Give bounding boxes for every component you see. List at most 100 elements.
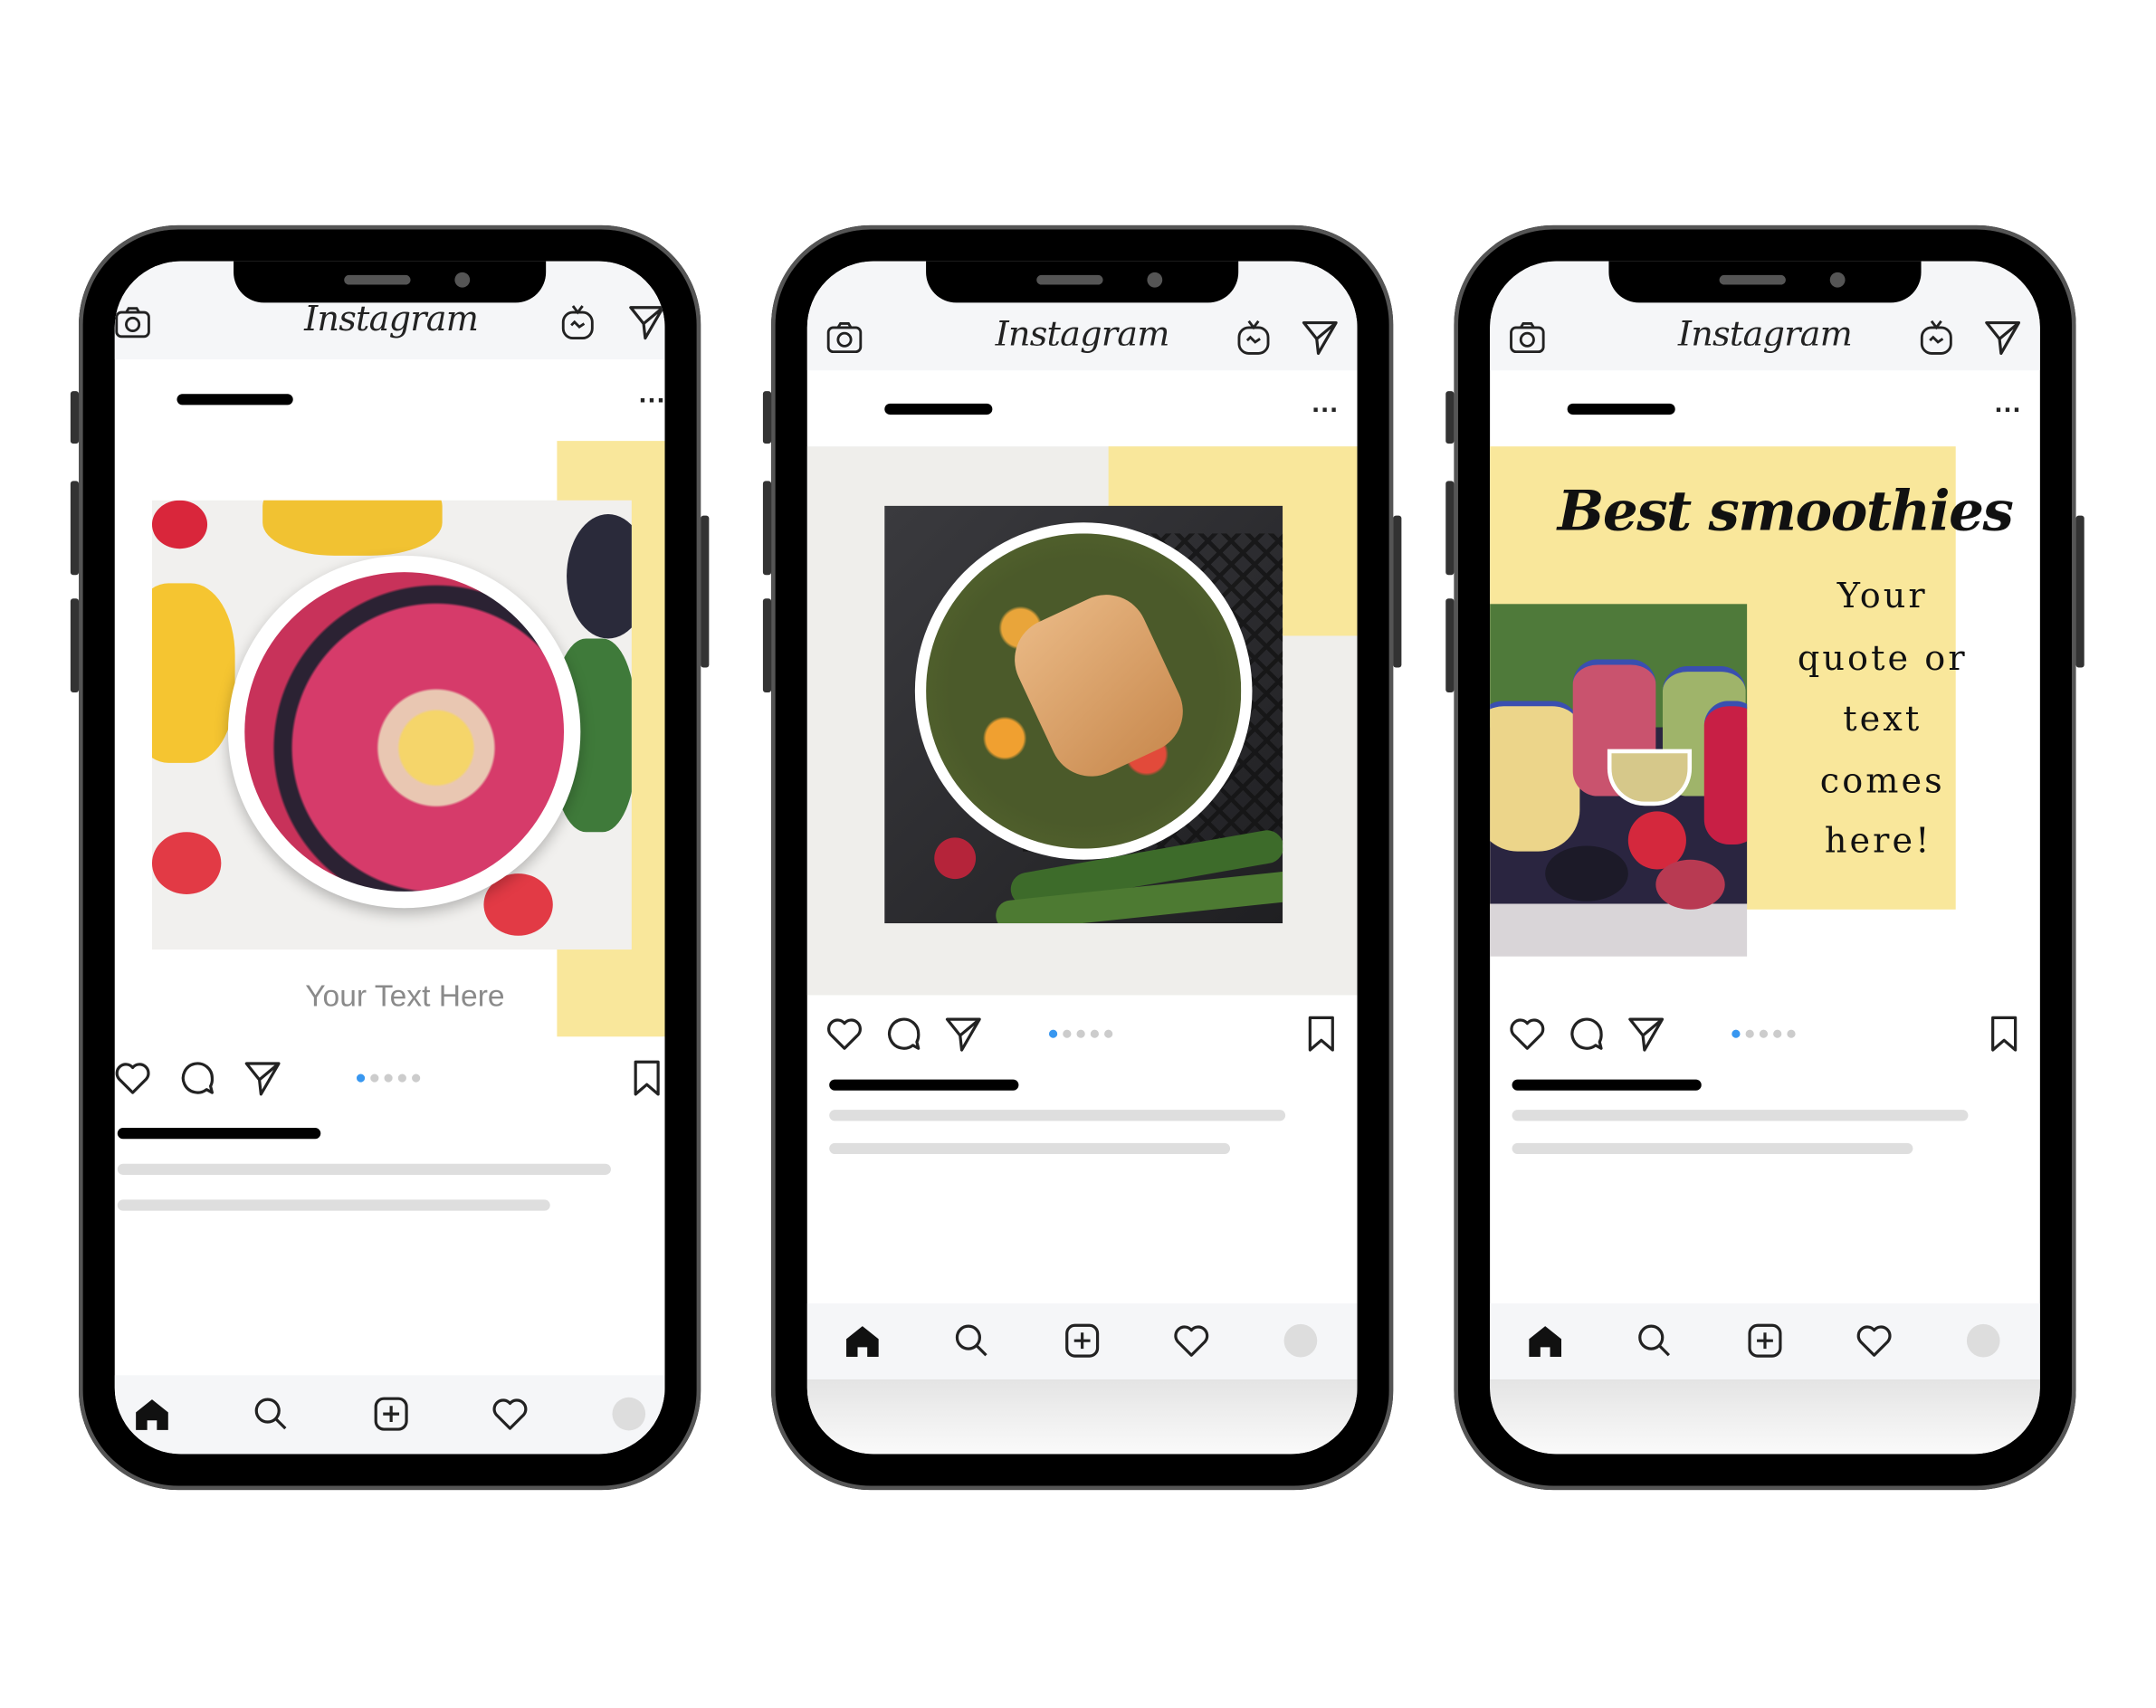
carousel-dot: [1745, 1029, 1754, 1038]
profile-avatar[interactable]: [1966, 1323, 2000, 1358]
search-icon[interactable]: [1635, 1322, 1674, 1360]
volume-down-button: [70, 598, 80, 693]
like-heart-icon[interactable]: [825, 1015, 864, 1054]
phone-mockup-2: Instagram ...: [762, 224, 1402, 1491]
username-placeholder[interactable]: [884, 403, 993, 415]
carousel-dot: [1773, 1029, 1782, 1038]
phone-mockup-1: Instagram ... Your Text Here: [70, 224, 710, 1491]
direct-message-icon[interactable]: [1983, 318, 2022, 357]
post-headline: Best smoothies: [1557, 479, 2014, 544]
caption-placeholder-line: [829, 1142, 1231, 1155]
username-placeholder[interactable]: [1567, 403, 1675, 415]
instagram-screen: Instagram ...: [806, 261, 1358, 1455]
caption-placeholder-line: [1512, 1142, 1913, 1155]
like-heart-icon[interactable]: [115, 1059, 152, 1098]
power-button: [701, 515, 710, 668]
app-title: Instagram: [304, 298, 479, 339]
share-paper-plane-icon[interactable]: [1627, 1015, 1665, 1054]
carousel-dot: [412, 1073, 421, 1083]
comment-icon[interactable]: [178, 1059, 217, 1098]
carousel-dot: [1076, 1029, 1085, 1038]
likes-placeholder: [829, 1079, 1019, 1091]
post-photo-smoothies[interactable]: [1490, 604, 1748, 957]
profile-avatar[interactable]: [1283, 1323, 1318, 1358]
mute-switch: [1445, 391, 1455, 444]
mute-switch: [762, 391, 772, 444]
camera-icon[interactable]: [115, 302, 152, 341]
bookmark-icon[interactable]: [627, 1059, 664, 1098]
caption-placeholder-line: [117, 1199, 550, 1211]
post-photo-fruit-bowl[interactable]: [151, 500, 632, 950]
plus-square-icon[interactable]: [1746, 1322, 1785, 1360]
instagram-screen: Instagram ... Your Text Here: [114, 261, 665, 1455]
mute-switch: [70, 391, 80, 444]
activity-heart-icon[interactable]: [1172, 1322, 1211, 1360]
volume-down-button: [1445, 598, 1455, 693]
carousel-dot: [370, 1073, 379, 1083]
igtv-icon[interactable]: [1917, 318, 1956, 357]
notch: [234, 261, 547, 303]
quote-line: text: [1843, 698, 1922, 739]
home-icon[interactable]: [133, 1395, 172, 1434]
speaker: [344, 274, 411, 285]
plus-square-icon[interactable]: [372, 1395, 411, 1434]
carousel-dot-active: [1048, 1029, 1058, 1038]
camera-icon[interactable]: [1508, 318, 1547, 357]
phone-mockup-3: Instagram ... Best smoothies Your quote …: [1445, 224, 2084, 1491]
carousel-dot: [1759, 1029, 1769, 1038]
home-icon[interactable]: [1526, 1322, 1565, 1360]
front-camera: [1829, 272, 1846, 288]
front-camera: [454, 272, 471, 288]
home-icon[interactable]: [843, 1322, 882, 1360]
carousel-dot: [1104, 1029, 1113, 1038]
more-options-button[interactable]: ...: [639, 378, 665, 410]
nav-shadow: [806, 1379, 1358, 1455]
carousel-indicator: [1731, 1029, 1796, 1038]
activity-heart-icon[interactable]: [1855, 1322, 1894, 1360]
share-paper-plane-icon[interactable]: [944, 1015, 983, 1054]
carousel-dot: [1090, 1029, 1099, 1038]
search-icon[interactable]: [952, 1322, 991, 1360]
notch: [1608, 261, 1922, 303]
carousel-dot-active: [1731, 1029, 1741, 1038]
activity-heart-icon[interactable]: [491, 1395, 529, 1434]
power-button: [1393, 515, 1402, 668]
igtv-icon[interactable]: [558, 302, 597, 341]
notch: [926, 261, 1239, 303]
speaker: [1036, 274, 1103, 285]
volume-up-button: [70, 481, 80, 576]
share-paper-plane-icon[interactable]: [243, 1059, 282, 1098]
more-options-button[interactable]: ...: [1312, 388, 1339, 420]
caption-placeholder-line: [117, 1163, 611, 1175]
likes-placeholder: [1512, 1079, 1702, 1091]
post-photo-salad-bowl[interactable]: [884, 505, 1283, 924]
carousel-dot: [1063, 1029, 1072, 1038]
speaker: [1719, 274, 1786, 285]
camera-icon[interactable]: [825, 318, 864, 357]
app-title: Instagram: [995, 313, 1170, 354]
comment-icon[interactable]: [884, 1015, 923, 1054]
volume-up-button: [1445, 481, 1455, 576]
caption-placeholder-line: [1512, 1110, 1969, 1121]
direct-message-icon[interactable]: [627, 302, 664, 341]
volume-down-button: [762, 598, 772, 693]
quote-line: quote or: [1797, 637, 1968, 678]
profile-avatar[interactable]: [612, 1397, 646, 1431]
bookmark-icon[interactable]: [1985, 1015, 2024, 1054]
username-placeholder[interactable]: [176, 394, 293, 406]
direct-message-icon[interactable]: [1301, 318, 1340, 357]
app-title: Instagram: [1677, 313, 1853, 354]
carousel-indicator: [356, 1073, 421, 1083]
carousel-dot-active: [356, 1073, 366, 1083]
carousel-indicator: [1048, 1029, 1113, 1038]
carousel-dot: [1787, 1029, 1796, 1038]
plus-square-icon[interactable]: [1063, 1322, 1102, 1360]
more-options-button[interactable]: ...: [1995, 388, 2022, 420]
likes-placeholder: [117, 1128, 321, 1140]
bookmark-icon[interactable]: [1302, 1015, 1340, 1054]
like-heart-icon[interactable]: [1508, 1015, 1547, 1054]
search-icon[interactable]: [252, 1395, 291, 1434]
comment-icon[interactable]: [1568, 1015, 1607, 1054]
igtv-icon[interactable]: [1235, 318, 1274, 357]
quote-line: Your: [1836, 575, 1928, 616]
